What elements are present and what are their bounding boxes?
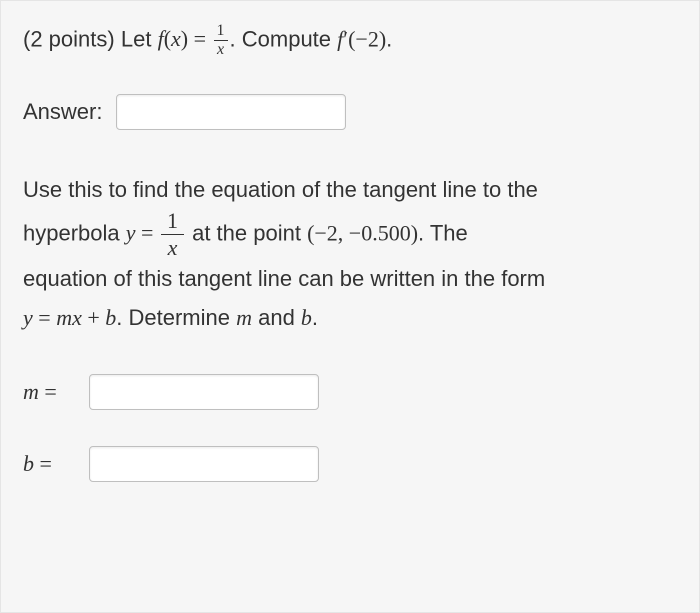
- b-input-row: b =: [23, 446, 677, 482]
- fraction-denominator: x: [161, 234, 184, 259]
- fraction-numerator: 1: [161, 210, 184, 234]
- paragraph-line-2: hyperbola y = 1x at the point (−2, −0.50…: [23, 210, 677, 259]
- math-x: x: [72, 305, 82, 330]
- paragraph-line-3: equation of this tangent line can be wri…: [23, 259, 677, 299]
- let-text: Let: [121, 26, 158, 51]
- m-input[interactable]: [89, 374, 319, 410]
- answer-input[interactable]: [116, 94, 346, 130]
- at-point-text: at the point: [192, 220, 307, 245]
- fraction-1-over-x: 1x: [212, 23, 230, 58]
- m-label: m =: [23, 376, 75, 408]
- final-period: .: [312, 305, 318, 330]
- b-label: b =: [23, 448, 75, 480]
- math-y: y: [126, 220, 136, 245]
- math-x: x: [171, 26, 181, 51]
- problem-statement: (2 points) Let f(x) = 1x. Compute f′(−2)…: [23, 23, 677, 58]
- math-paren-close: ): [181, 26, 188, 51]
- points-label: (2 points): [23, 26, 115, 51]
- math-y: y: [23, 305, 33, 330]
- point-value: (−2, −0.500): [307, 220, 418, 245]
- m-input-row: m =: [23, 374, 677, 410]
- paragraph-line-1: Use this to find the equation of the tan…: [23, 170, 677, 210]
- paragraph-line-4: y = mx + b. Determine m and b.: [23, 298, 677, 338]
- tangent-paragraph: Use this to find the equation of the tan…: [23, 170, 677, 338]
- math-m: m: [236, 305, 252, 330]
- math-equals: =: [136, 220, 159, 245]
- math-b: b: [301, 305, 312, 330]
- fraction-1-over-x-large: 1x: [159, 210, 186, 259]
- fraction-numerator: 1: [214, 23, 228, 40]
- function-definition: f(x) = 1x: [158, 26, 230, 51]
- and-text: and: [252, 305, 301, 330]
- question-panel: (2 points) Let f(x) = 1x. Compute f′(−2)…: [0, 0, 700, 613]
- determine-text: . Determine: [116, 305, 236, 330]
- fraction-denominator: x: [214, 40, 228, 58]
- answer-label: Answer:: [23, 96, 102, 128]
- math-m: m: [56, 305, 72, 330]
- b-input[interactable]: [89, 446, 319, 482]
- math-equals: =: [33, 305, 56, 330]
- y-equals-frac: y = 1x: [126, 220, 192, 245]
- hyperbola-word: hyperbola: [23, 220, 120, 245]
- compute-text: . Compute: [230, 26, 332, 51]
- math-equals: =: [188, 26, 211, 51]
- answer-row: Answer:: [23, 94, 677, 130]
- math-b: b: [105, 305, 116, 330]
- math-arg: −2: [355, 26, 378, 51]
- math-plus: +: [82, 305, 105, 330]
- math-paren-open: (: [164, 26, 171, 51]
- final-period: .: [386, 26, 392, 51]
- point-post-text: . The: [418, 220, 468, 245]
- fprime-expression: f′(−2).: [337, 26, 392, 51]
